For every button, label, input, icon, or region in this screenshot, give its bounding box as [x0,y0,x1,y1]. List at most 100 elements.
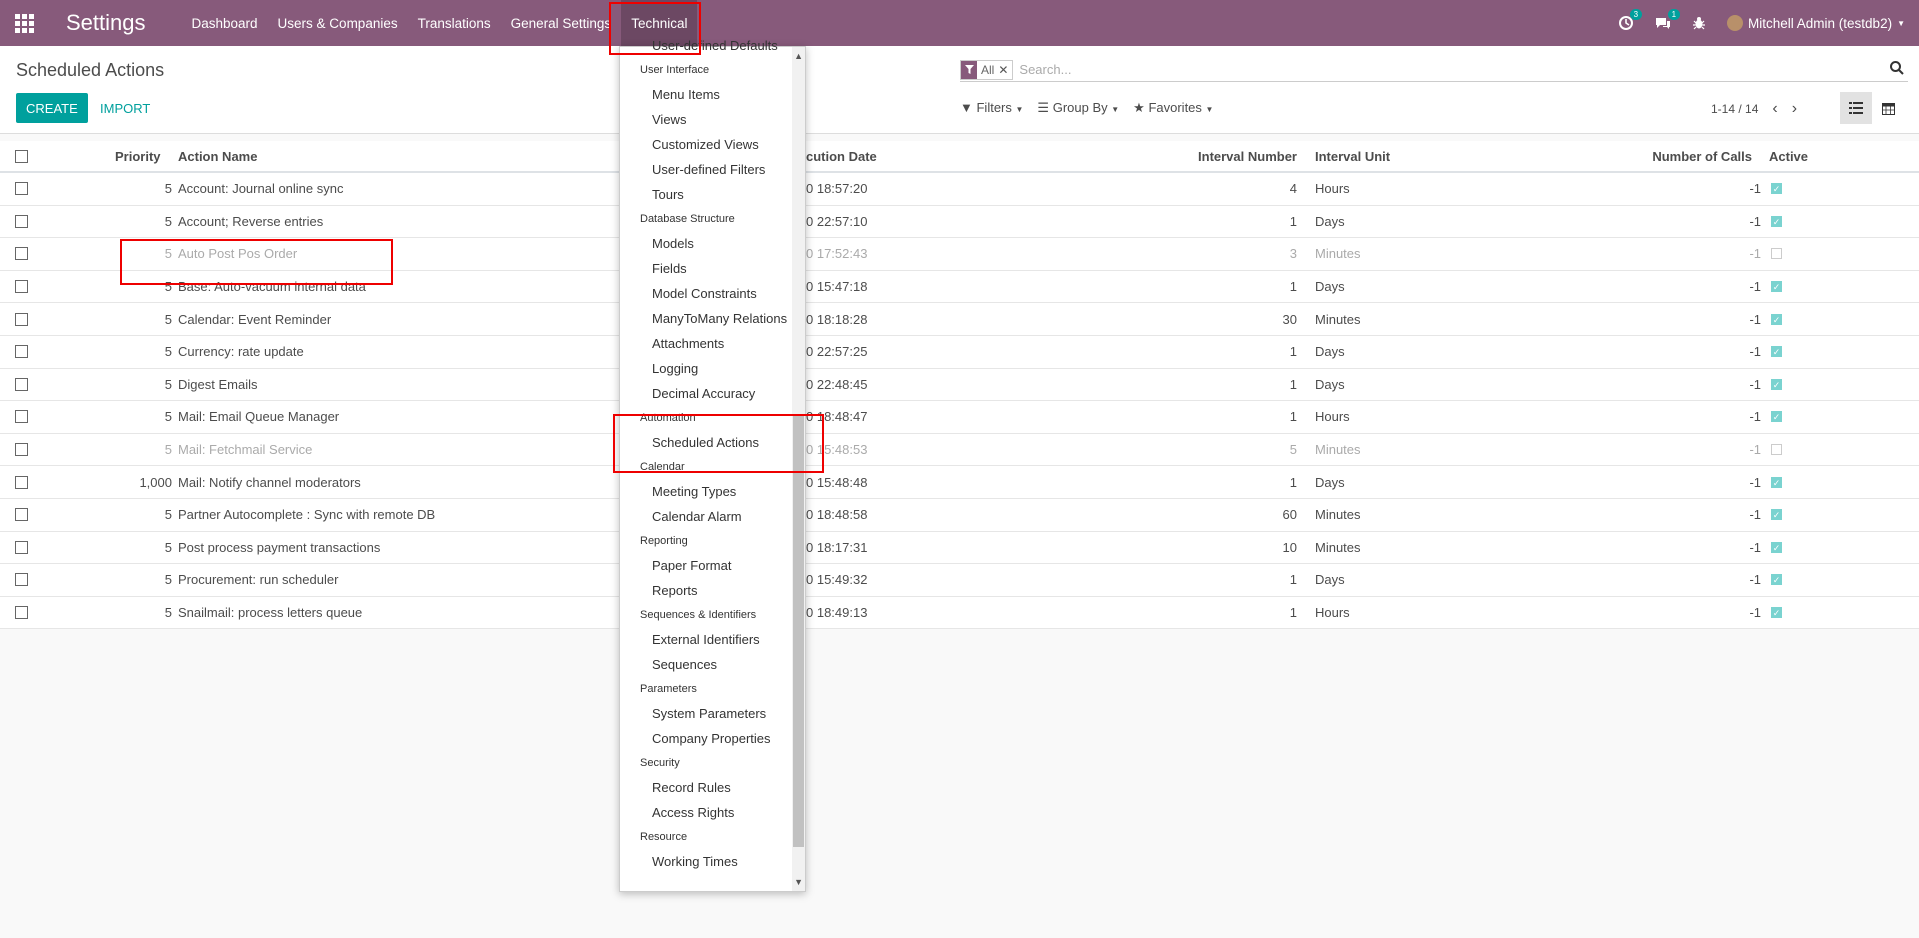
menu-dashboard[interactable]: Dashboard [182,0,268,46]
cell-number-of-calls: -1 [1749,539,1761,555]
cell-action-name: Calendar: Event Reminder [178,311,332,327]
menu-general-settings[interactable]: General Settings [501,0,622,46]
dropdown-item-reports[interactable]: Reports [620,578,794,603]
row-checkbox[interactable] [15,508,28,522]
menu-translations[interactable]: Translations [408,0,501,46]
col-next-execution-date[interactable]: cution Date [806,149,877,164]
debug-bug-icon[interactable] [1693,16,1706,30]
table-row[interactable]: 5 Partner Autocomplete : Sync with remote… [0,499,1919,532]
table-row[interactable]: 5 Account: Journal online sync 0 18:57:20 4… [0,173,1919,206]
groupby-dropdown[interactable]: ☰ Group By ▼ [1037,100,1119,116]
table-row[interactable]: 5 Mail: Fetchmail Service 0 15:48:53 5 Minut… [0,434,1919,467]
table-row[interactable]: 5 Snailmail: process letters queue 0 18:49… [0,597,1919,630]
dropdown-item-attachments[interactable]: Attachments [620,331,794,356]
cell-number-of-calls: -1 [1749,605,1761,621]
dropdown-item-user-defined-filters[interactable]: User-defined Filters [620,157,794,182]
dropdown-item-model-constraints[interactable]: Model Constraints [620,281,794,306]
row-checkbox[interactable] [15,345,28,359]
col-active[interactable]: Active [1769,149,1808,164]
table-row[interactable]: 5 Account; Reverse entries 0 22:57:10 1 Days… [0,206,1919,239]
row-checkbox[interactable] [15,475,28,489]
row-checkbox[interactable] [15,214,28,228]
messages-icon[interactable]: 1 [1655,9,1681,30]
table-row[interactable]: 5 Mail: Email Queue Manager 0 18:48:47 1 Hou… [0,401,1919,434]
dropdown-item-access-rights[interactable]: Access Rights [620,800,794,825]
dropdown-item-decimal-accuracy[interactable]: Decimal Accuracy [620,381,794,406]
cell-next-execution-date: 0 18:48:58 [806,507,868,523]
activity-icon[interactable]: 3 [1619,9,1643,30]
dropdown-item-customized-views[interactable]: Customized Views [620,132,794,157]
dropdown-item-tours[interactable]: Tours [620,182,794,207]
table-row[interactable]: 1,000 Mail: Notify channel moderators 0 15… [0,466,1919,499]
dropdown-item-menu-items[interactable]: Menu Items [620,82,794,107]
favorites-dropdown[interactable]: ★ Favorites ▼ [1133,100,1213,116]
dropdown-item-models[interactable]: Models [620,231,794,256]
table-row[interactable]: 5 Post process payment transactions 0 18:1… [0,532,1919,565]
row-checkbox[interactable] [15,410,28,424]
row-checkbox[interactable] [15,312,28,326]
dropdown-item-views[interactable]: Views [620,107,794,132]
row-checkbox[interactable] [15,182,28,196]
cell-interval-number: 1 [1289,344,1297,360]
control-panel: Scheduled Actions CREATE IMPORT All ✕ Se… [0,46,1919,134]
list-view-icon[interactable] [1840,92,1872,124]
search-icon[interactable] [1890,61,1904,80]
cell-next-execution-date: 0 18:57:20 [806,181,868,197]
search-options: ▼ Filters ▼ ☰ Group By ▼ ★ Favorites ▼ [960,100,1213,116]
cell-action-name: Post process payment transactions [178,539,381,555]
dropdown-item-logging[interactable]: Logging [620,356,794,381]
filters-dropdown[interactable]: ▼ Filters ▼ [960,100,1023,116]
cell-interval-number: 1 [1289,409,1297,425]
activity-badge: 3 [1629,9,1643,20]
table-row[interactable]: 5 Calendar: Event Reminder 0 18:18:28 30 Min… [0,303,1919,336]
pager-value[interactable]: 1-14 / 14 [1711,102,1758,116]
col-number-of-calls[interactable]: Number of Calls [1652,149,1752,164]
search-input[interactable]: Search... [1019,62,1071,77]
cell-number-of-calls: -1 [1749,181,1761,197]
pager-next-icon[interactable]: › [1792,100,1797,118]
apps-menu-icon[interactable] [0,0,48,46]
table-row[interactable]: 5 Digest Emails 0 22:48:45 1 Days -1 ✓ [0,369,1919,402]
dropdown-item-record-rules[interactable]: Record Rules [620,775,794,800]
select-all-checkbox[interactable] [15,149,28,163]
user-menu[interactable]: Mitchell Admin (testdb2) ▼ [1727,15,1905,31]
dropdown-item-sequences[interactable]: Sequences [620,652,794,677]
scroll-up-icon[interactable]: ▲ [794,51,803,61]
table-row[interactable]: 5 Currency: rate update 0 22:57:25 1 Days -1 ✓ [0,336,1919,369]
dropdown-section-sequences-identifiers: Sequences & Identifiers [640,609,757,621]
row-checkbox[interactable] [15,573,28,587]
table-header: Priority Action Name cution Date Interva… [0,141,1919,173]
pager-previous-icon[interactable]: ‹ [1772,100,1777,118]
create-button[interactable]: CREATE [16,93,88,123]
dropdown-item-external-identifiers[interactable]: External Identifiers [620,627,794,652]
row-checkbox[interactable] [15,540,28,554]
cell-action-name: Snailmail: process letters queue [178,605,363,621]
row-checkbox[interactable] [15,443,28,457]
dropdown-item-calendar-alarm[interactable]: Calendar Alarm [620,504,794,529]
dropdown-item-working-times[interactable]: Working Times [620,849,794,874]
menu-users-companies[interactable]: Users & Companies [268,0,408,46]
dropdown-item-paper-format[interactable]: Paper Format [620,553,794,578]
scroll-down-icon[interactable]: ▼ [794,877,803,887]
table-row[interactable]: 5 Procurement: run scheduler 0 15:49:32 1 Da… [0,564,1919,597]
scroll-thumb[interactable] [793,415,804,847]
dropdown-item-company-properties[interactable]: Company Properties [620,726,794,751]
calendar-view-icon[interactable] [1872,92,1904,124]
row-checkbox[interactable] [15,280,28,294]
remove-facet-icon[interactable]: ✕ [998,63,1012,77]
dropdown-item-manytomany-relations[interactable]: ManyToMany Relations [620,306,794,331]
cell-action-name: Mail: Email Queue Manager [178,409,340,425]
cell-next-execution-date: 0 15:47:18 [806,279,868,295]
dropdown-item-meeting-types[interactable]: Meeting Types [620,479,794,504]
import-button[interactable]: IMPORT [100,101,150,116]
dropdown-item-fields[interactable]: Fields [620,256,794,281]
cell-interval-unit: Minutes [1315,539,1361,555]
col-interval-number[interactable]: Interval Number [1198,149,1297,164]
row-checkbox[interactable] [15,377,28,391]
row-checkbox[interactable] [15,606,28,620]
dropdown-item-system-parameters[interactable]: System Parameters [620,701,794,726]
col-action-name[interactable]: Action Name [178,149,257,164]
col-priority[interactable]: Priority [115,149,161,164]
row-checkbox[interactable] [15,247,28,261]
col-interval-unit[interactable]: Interval Unit [1315,149,1390,164]
